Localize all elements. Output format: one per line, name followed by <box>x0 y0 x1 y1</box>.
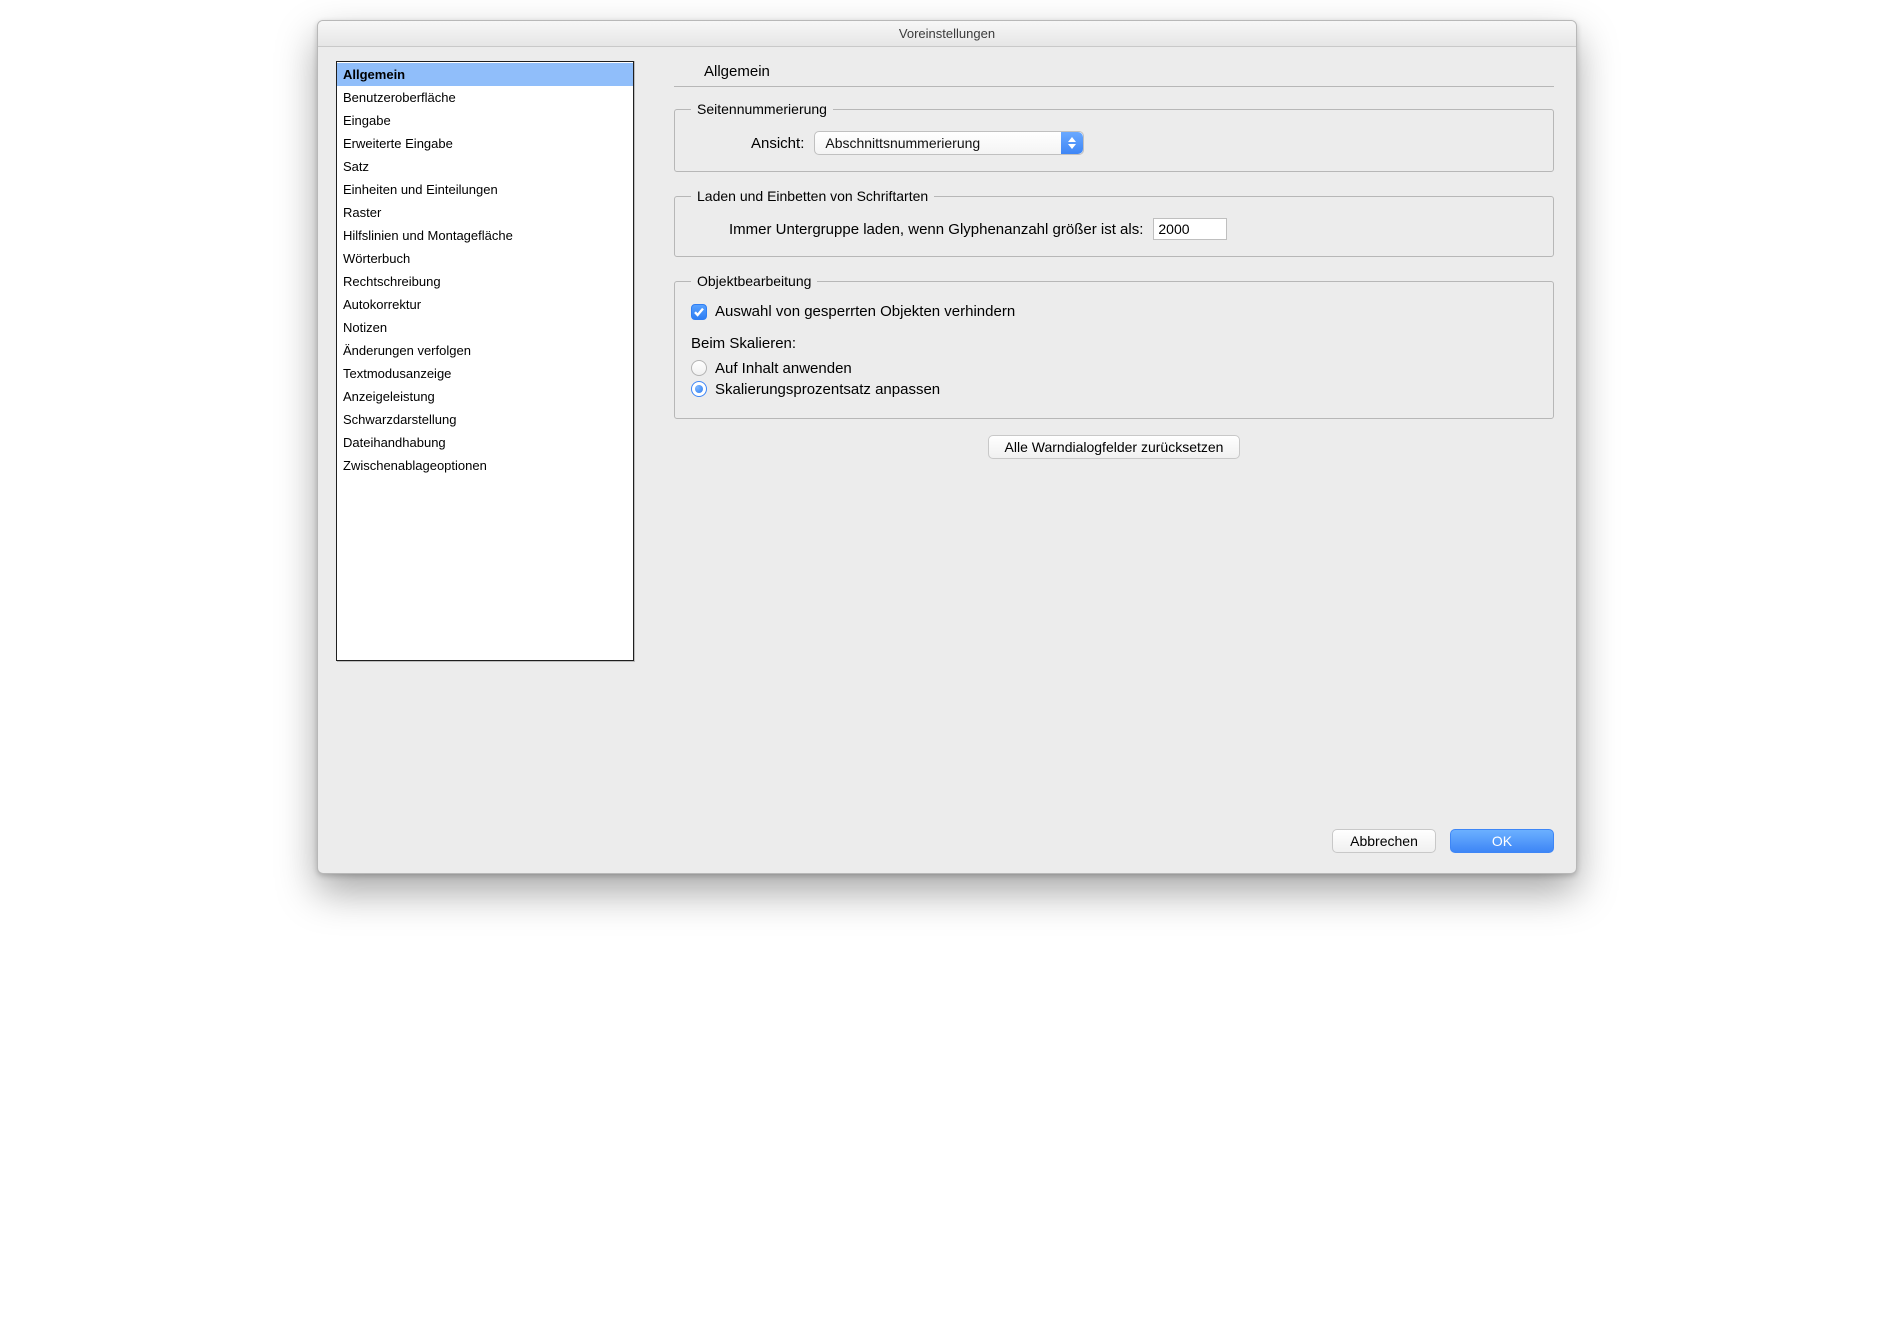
reset-row: Alle Warndialogfelder zurücksetzen <box>674 435 1554 459</box>
radio-dot <box>691 381 707 397</box>
radio-dot <box>691 360 707 376</box>
sidebar-item[interactable]: Eingabe <box>337 109 633 132</box>
sidebar-item[interactable]: Schwarzdarstellung <box>337 408 633 431</box>
sidebar-item[interactable]: Benutzeroberfläche <box>337 86 633 109</box>
group-page-numbering-legend: Seitennummerierung <box>691 101 833 117</box>
dialog-footer: Abbrechen OK <box>318 829 1576 873</box>
sidebar-item[interactable]: Dateihandhabung <box>337 431 633 454</box>
sidebar-item[interactable]: Anzeigeleistung <box>337 385 633 408</box>
radio-adjust-scaling-percent-label: Skalierungsprozentsatz anpassen <box>715 381 940 398</box>
content-area: AllgemeinBenutzeroberflächeEingabeErweit… <box>318 47 1576 669</box>
group-object-editing: Objektbearbeitung Auswahl von gesperrten… <box>674 273 1554 419</box>
prevent-locked-checkbox[interactable]: Auswahl von gesperrten Objekten verhinde… <box>691 303 1015 320</box>
view-select-value: Abschnittsnummerierung <box>825 135 980 151</box>
group-fonts-legend: Laden und Einbetten von Schriftarten <box>691 188 934 204</box>
group-fonts: Laden und Einbetten von Schriftarten Imm… <box>674 188 1554 257</box>
page-title: Allgemein <box>674 61 1554 87</box>
sidebar-item[interactable]: Allgemein <box>337 63 633 86</box>
sidebar-item[interactable]: Rechtschreibung <box>337 270 633 293</box>
select-stepper-icon <box>1061 132 1083 154</box>
sidebar-item[interactable]: Zwischenablageoptionen <box>337 454 633 477</box>
radio-apply-to-content[interactable]: Auf Inhalt anwenden <box>691 360 1537 377</box>
sidebar-item[interactable]: Wörterbuch <box>337 247 633 270</box>
radio-adjust-scaling-percent[interactable]: Skalierungsprozentsatz anpassen <box>691 381 1537 398</box>
sidebar-wrap: AllgemeinBenutzeroberflächeEingabeErweit… <box>336 61 646 661</box>
sidebar-item[interactable]: Erweiterte Eingabe <box>337 132 633 155</box>
ok-button[interactable]: OK <box>1450 829 1554 853</box>
subset-threshold-input[interactable] <box>1153 218 1227 240</box>
view-label: Ansicht: <box>751 135 804 152</box>
prevent-locked-label: Auswahl von gesperrten Objekten verhinde… <box>715 303 1015 320</box>
check-icon <box>693 306 705 318</box>
main-panel: Allgemein Seitennummerierung Ansicht: Ab… <box>674 61 1558 661</box>
sidebar-item[interactable]: Textmodusanzeige <box>337 362 633 385</box>
sidebar-item[interactable]: Notizen <box>337 316 633 339</box>
sidebar-item[interactable]: Änderungen verfolgen <box>337 339 633 362</box>
radio-apply-to-content-label: Auf Inhalt anwenden <box>715 360 852 377</box>
sidebar-item[interactable]: Autokorrektur <box>337 293 633 316</box>
sidebar-item[interactable]: Hilfslinien und Montagefläche <box>337 224 633 247</box>
subset-threshold-label: Immer Untergruppe laden, wenn Glyphenanz… <box>729 221 1143 238</box>
reset-warnings-button[interactable]: Alle Warndialogfelder zurücksetzen <box>988 435 1241 459</box>
sidebar-item[interactable]: Raster <box>337 201 633 224</box>
window-title: Voreinstellungen <box>318 21 1576 47</box>
checkbox-box <box>691 304 707 320</box>
group-object-editing-legend: Objektbearbeitung <box>691 273 817 289</box>
sidebar-item[interactable]: Einheiten und Einteilungen <box>337 178 633 201</box>
group-page-numbering: Seitennummerierung Ansicht: Abschnittsnu… <box>674 101 1554 172</box>
scaling-subhead: Beim Skalieren: <box>691 335 1537 352</box>
view-select[interactable]: Abschnittsnummerierung <box>814 131 1084 155</box>
preferences-sidebar[interactable]: AllgemeinBenutzeroberflächeEingabeErweit… <box>336 61 634 661</box>
sidebar-item[interactable]: Satz <box>337 155 633 178</box>
cancel-button[interactable]: Abbrechen <box>1332 829 1436 853</box>
preferences-window: Voreinstellungen AllgemeinBenutzeroberfl… <box>317 20 1577 874</box>
